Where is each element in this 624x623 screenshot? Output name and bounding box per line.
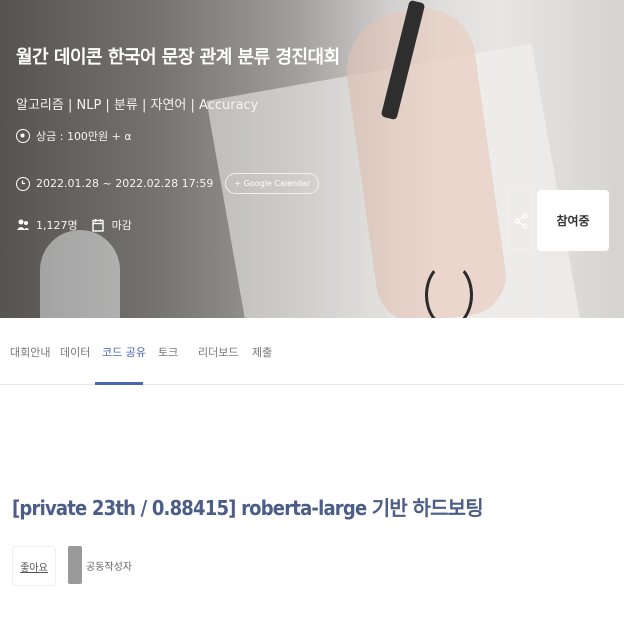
prize-text: 상금 : 100만원 + α [36,130,132,143]
period-row: 2022.01.28 ~ 2022.02.28 17:59 + Google C… [16,173,320,194]
medal-icon [16,129,30,143]
prize-row: 상금 : 100만원 + α [16,128,132,144]
tab-code-share[interactable]: 코드 공유 [102,344,146,360]
coauthor-label: 공동작성자 [86,562,132,573]
google-calendar-button[interactable]: + Google Calendar [225,173,320,194]
share-button[interactable] [508,190,533,251]
tab-data[interactable]: 데이터 [60,344,90,360]
competition-tabs: 대회안내 데이터 코드 공유 토크 리더보드 제출 [0,318,624,385]
competition-tags: 알고리즘 | NLP | 분류 | 자연어 | Accuracy [16,98,259,113]
like-button[interactable]: 좋아요 [12,546,56,586]
tab-submit[interactable]: 제출 [252,344,272,360]
meta-row: 1,127명 마감 [16,217,132,233]
coauthor-avatar [68,546,82,584]
period-text: 2022.01.28 ~ 2022.02.28 17:59 [36,177,214,190]
people-icon [16,218,30,232]
post-title: [private 23th / 0.88415] roberta-large 기… [12,496,484,520]
tab-leaderboard[interactable]: 리더보드 [198,344,238,360]
competition-banner: 월간 데이콘 한국어 문장 관계 분류 경진대회 알고리즘 | NLP | 분류… [0,0,624,318]
tab-overview[interactable]: 대회안내 [10,344,50,360]
competition-status: 마감 [111,219,132,232]
calendar-icon [91,218,106,232]
join-button[interactable]: 참여중 [537,190,609,251]
active-tab-indicator [95,382,143,385]
clock-icon [16,176,30,191]
share-icon [513,212,528,229]
participants-count: 1,127명 [36,219,78,232]
competition-title: 월간 데이콘 한국어 문장 관계 분류 경진대회 [16,47,340,68]
tab-talk[interactable]: 토크 [158,344,178,360]
